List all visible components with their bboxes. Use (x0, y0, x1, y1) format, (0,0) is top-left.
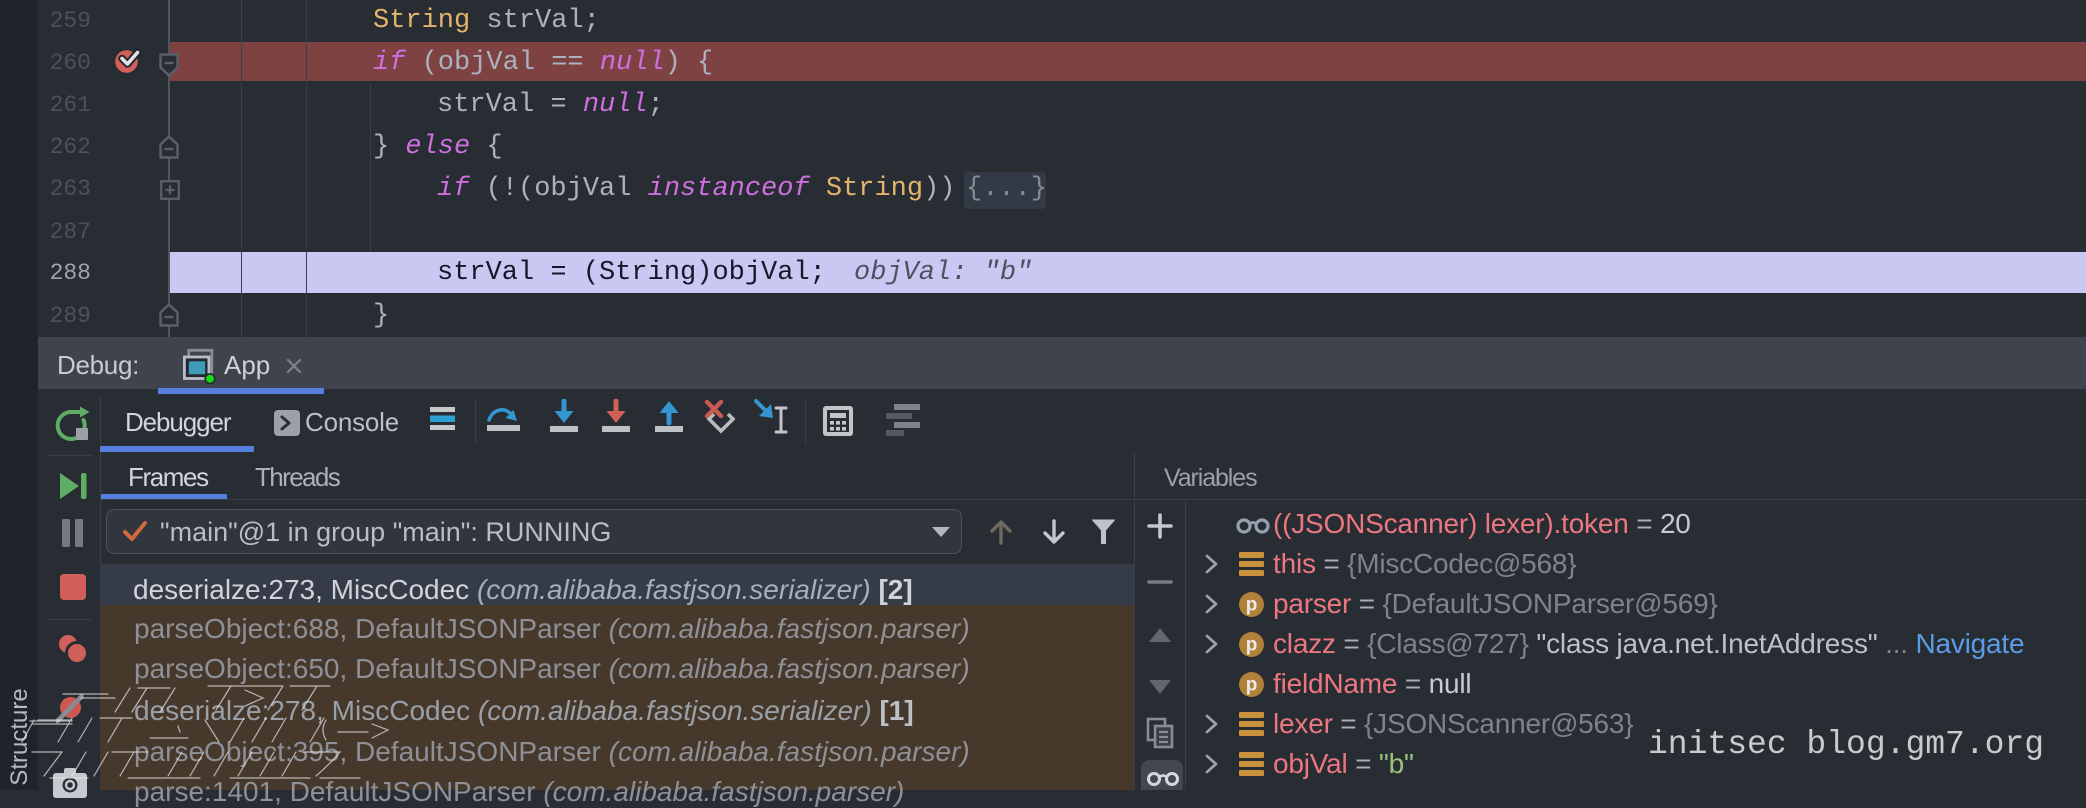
svg-text:p: p (1246, 635, 1257, 656)
svg-text:p: p (1246, 675, 1257, 696)
svg-text:p: p (1246, 595, 1257, 616)
